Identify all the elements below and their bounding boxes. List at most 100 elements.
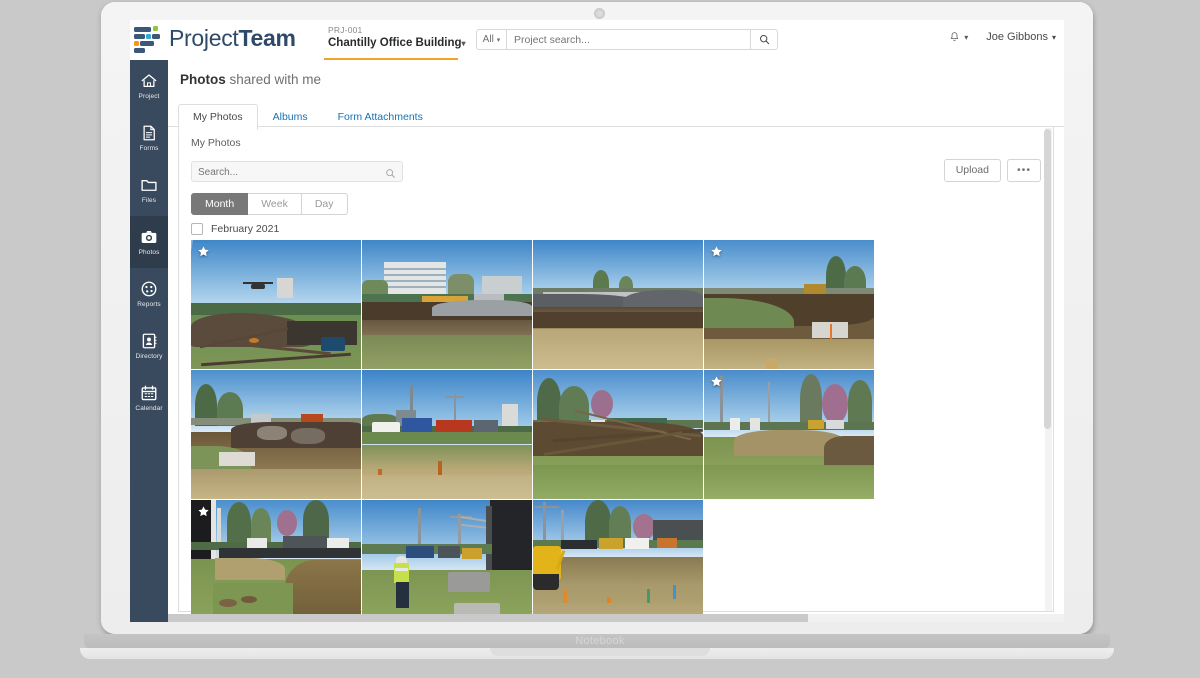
webcam-icon <box>594 8 605 19</box>
calendar-icon <box>141 385 157 401</box>
photo-thumbnail[interactable] <box>533 370 703 499</box>
sidebar-item-label: Photos <box>138 249 160 256</box>
laptop-screen: ProjectTeam PRJ-001 Chantilly Office Bui… <box>130 20 1064 622</box>
panel-scrollbar-thumb[interactable] <box>1044 129 1051 429</box>
sidebar-item-calendar[interactable]: Calendar <box>130 372 168 424</box>
search-scope-dropdown[interactable]: All ▾ <box>476 29 507 50</box>
photo-thumbnail[interactable] <box>533 500 703 622</box>
sidebar-item-forms[interactable]: Forms <box>130 112 168 164</box>
view-mode-day[interactable]: Day <box>301 193 348 215</box>
sidebar-item-label: Forms <box>139 145 159 152</box>
user-name: Joe Gibbons <box>986 31 1048 43</box>
sidebar-item-reports[interactable]: Reports <box>130 268 168 320</box>
contacts-icon <box>142 333 157 349</box>
search-icon <box>385 166 396 184</box>
photo-thumbnail[interactable] <box>191 370 361 499</box>
panel-actions: Upload ••• <box>943 159 1041 182</box>
bell-icon <box>951 32 959 41</box>
upload-button[interactable]: Upload <box>943 159 1001 182</box>
starred-badge-icon <box>711 376 722 387</box>
starred-badge-icon <box>711 246 722 257</box>
photo-image <box>704 370 874 499</box>
laptop-trackpad-notch <box>490 648 710 656</box>
tab-my-photos[interactable]: My Photos <box>178 104 258 130</box>
photo-image <box>533 370 703 499</box>
horizontal-scrollbar-track[interactable] <box>168 614 1064 622</box>
folder-icon <box>141 179 157 191</box>
app-logo[interactable]: ProjectTeam <box>134 24 296 53</box>
photos-search <box>191 161 403 182</box>
project-code: PRJ-001 <box>328 25 363 35</box>
photo-image <box>362 370 532 499</box>
photo-image <box>362 500 532 622</box>
project-selector[interactable]: PRJ-001 Chantilly Office Building▾ <box>328 25 466 51</box>
photo-thumbnail[interactable] <box>191 240 361 369</box>
photo-group-label: February 2021 <box>211 223 280 235</box>
photo-thumbnail[interactable] <box>704 370 874 499</box>
chevron-down-icon: ▾ <box>461 39 466 48</box>
chevron-down-icon: ▾ <box>496 36 501 44</box>
photo-thumbnail[interactable] <box>191 500 361 622</box>
starred-badge-icon <box>198 506 209 517</box>
sidebar-item-files[interactable]: Files <box>130 164 168 216</box>
global-search-input[interactable] <box>507 29 751 50</box>
photo-thumbnail[interactable] <box>362 500 532 622</box>
photo-grid <box>191 240 1043 622</box>
chevron-down-icon: ▾ <box>964 32 969 42</box>
pie-chart-icon <box>141 281 157 297</box>
user-menu[interactable]: Joe Gibbons ▾ <box>986 31 1056 43</box>
screenshot-stage: ProjectTeam PRJ-001 Chantilly Office Bui… <box>0 0 1200 678</box>
app-logo-text: ProjectTeam <box>169 27 296 50</box>
document-icon <box>143 125 155 141</box>
sidebar-item-directory[interactable]: Directory <box>130 320 168 372</box>
global-search: All ▾ <box>476 29 778 50</box>
page-title-rest: shared with me <box>225 72 322 87</box>
app-header: ProjectTeam PRJ-001 Chantilly Office Bui… <box>130 20 1064 61</box>
photo-group-header: February 2021 <box>191 223 279 235</box>
camera-icon <box>141 231 157 243</box>
photo-thumbnail[interactable] <box>533 240 703 369</box>
photo-thumbnail[interactable] <box>362 370 532 499</box>
photo-image <box>191 370 361 499</box>
photo-thumbnail[interactable] <box>704 240 874 369</box>
sidebar-item-project[interactable]: Project <box>130 60 168 112</box>
photo-image <box>362 240 532 369</box>
main-content: Photos shared with me My Photos Albums F… <box>168 60 1064 622</box>
photo-image <box>191 500 361 622</box>
page-title: Photos shared with me <box>180 72 321 87</box>
photo-image <box>704 240 874 369</box>
sidebar-item-photos[interactable]: Photos <box>130 216 168 268</box>
photo-image <box>533 500 703 622</box>
select-all-checkbox[interactable] <box>191 223 203 235</box>
sidebar-item-label: Calendar <box>135 405 163 412</box>
notifications-button[interactable]: ▾ <box>949 31 968 43</box>
chevron-down-icon: ▾ <box>1051 32 1056 42</box>
projectteam-logo-icon <box>134 24 162 53</box>
more-options-button[interactable]: ••• <box>1006 159 1041 182</box>
panel-title: My Photos <box>191 137 241 149</box>
photos-search-input[interactable] <box>192 163 382 182</box>
laptop-brand-label: Notebook <box>575 635 625 647</box>
global-search-button[interactable] <box>751 29 778 50</box>
sidebar-item-label: Project <box>138 93 160 100</box>
header-right-tools: ▾ Joe Gibbons ▾ <box>949 31 1056 43</box>
home-icon <box>141 74 157 88</box>
photo-image <box>191 240 361 369</box>
photo-image <box>533 240 703 369</box>
view-mode-month[interactable]: Month <box>191 193 249 215</box>
project-name: Chantilly Office Building▾ <box>328 37 466 49</box>
logo-text-light: Project <box>169 25 239 51</box>
sidebar-item-label: Files <box>141 197 157 204</box>
view-mode-switch: Month Week Day <box>191 193 348 215</box>
view-mode-week[interactable]: Week <box>248 193 302 215</box>
horizontal-scrollbar-thumb[interactable] <box>168 614 808 622</box>
sidebar-item-label: Directory <box>135 353 163 360</box>
starred-badge-icon <box>198 246 209 257</box>
page-title-bold: Photos <box>180 72 226 87</box>
logo-text-bold: Team <box>238 25 296 51</box>
sidebar-item-label: Reports <box>137 301 161 308</box>
photo-thumbnail[interactable] <box>362 240 532 369</box>
panel-scrollbar-track[interactable] <box>1044 128 1052 611</box>
left-sidebar: Project Forms Files Photos Reports Direc… <box>130 60 168 622</box>
search-scope-label: All <box>482 34 494 45</box>
